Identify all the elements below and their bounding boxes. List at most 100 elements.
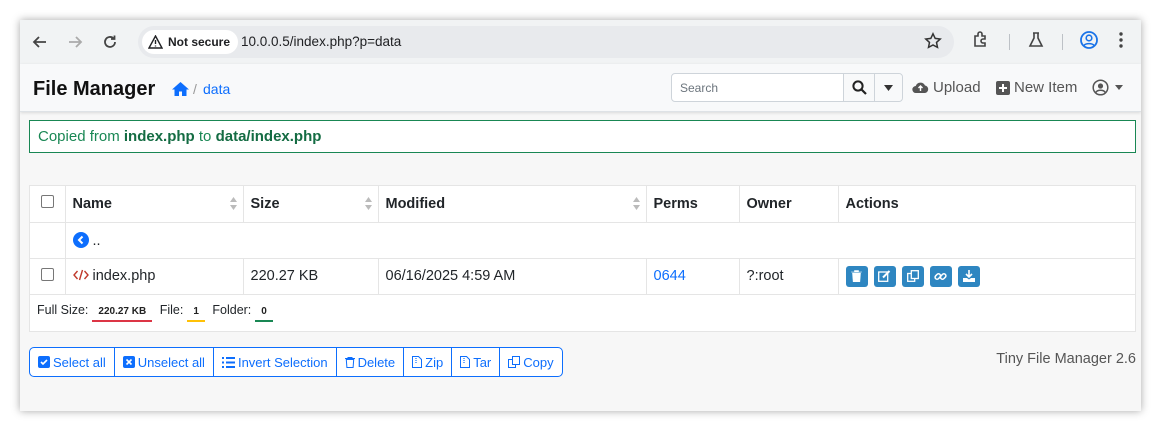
cloud-upload-icon [912, 82, 929, 94]
delete-selected-button[interactable]: Delete [337, 348, 405, 376]
trash-icon [344, 356, 355, 368]
file-name: index.php [92, 268, 156, 284]
check-square-icon [38, 356, 50, 368]
file-count-label: File: [159, 303, 184, 318]
copy-action-button[interactable] [901, 265, 924, 287]
sort-icon [229, 197, 237, 214]
alert-middle: to [194, 128, 216, 145]
breadcrumb-folder-link[interactable]: data [203, 81, 230, 97]
alert-prefix: Copied from [38, 128, 124, 145]
unselect-all-button[interactable]: Unselect all [115, 348, 214, 376]
upload-link[interactable]: Upload [912, 79, 981, 96]
upload-label: Upload [933, 79, 981, 96]
copy-icon [508, 356, 521, 368]
select-all-checkbox[interactable] [40, 195, 54, 209]
forward-arrow-icon[interactable] [63, 30, 87, 54]
address-bar[interactable]: Not secure 10.0.0.5/index.php?p=data [138, 26, 954, 58]
list-icon [221, 356, 235, 368]
link-icon [934, 272, 947, 280]
reload-icon[interactable] [98, 30, 122, 54]
invert-selection-button[interactable]: Invert Selection [214, 348, 337, 376]
toolbar-divider [1062, 34, 1063, 50]
parent-folder-row: .. [30, 222, 1135, 259]
search-group [671, 73, 903, 102]
file-actions [838, 258, 1135, 295]
table-header-row: Name Size Modified Perms Owner Actions [30, 186, 1135, 223]
link-action-button[interactable] [929, 265, 952, 287]
file-table: Name Size Modified Perms Owner Actions .… [29, 185, 1136, 332]
header-select-checkbox-cell [30, 186, 66, 223]
search-button[interactable] [843, 74, 875, 101]
search-icon [852, 80, 867, 95]
sort-icon [632, 197, 640, 214]
app-brand[interactable]: File Manager [33, 78, 155, 101]
labs-flask-icon[interactable] [1026, 30, 1046, 55]
sort-icon [364, 197, 372, 214]
caret-down-icon [1115, 85, 1123, 90]
site-security-chip[interactable]: Not secure [142, 30, 239, 54]
search-options-dropdown[interactable] [874, 74, 902, 101]
url-text[interactable]: 10.0.0.5/index.php?p=data [241, 34, 401, 49]
download-icon [962, 270, 975, 282]
browser-menu-icon[interactable] [1117, 30, 1125, 55]
new-item-link[interactable]: New Item [996, 79, 1077, 96]
file-archive-icon [412, 356, 423, 368]
copy-selected-button[interactable]: Copy [500, 348, 561, 376]
parent-folder-label: .. [92, 232, 101, 249]
file-perms-link[interactable]: 0644 [646, 258, 740, 295]
file-count-badge: 1 [187, 304, 205, 323]
file-modified: 06/16/2025 4:59 AM [378, 258, 647, 295]
file-size: 220.27 KB [243, 258, 379, 295]
success-alert: Copied from index.php to data/index.php [29, 120, 1136, 153]
table-row: index.php 220.27 KB 06/16/2025 4:59 AM 0… [30, 258, 1135, 295]
app-navbar: File Manager / data Upload New Item [20, 64, 1141, 112]
edit-icon [878, 270, 891, 282]
header-modified[interactable]: Modified [378, 186, 647, 223]
header-perms: Perms [646, 186, 740, 223]
user-circle-icon [1092, 79, 1109, 96]
header-size[interactable]: Size [243, 186, 379, 223]
download-action-button[interactable] [957, 265, 980, 287]
caret-down-icon [884, 84, 894, 91]
tar-button[interactable]: Tar [452, 348, 501, 376]
row-checkbox[interactable] [40, 267, 54, 281]
file-archive-icon [460, 356, 471, 368]
alert-target-file: data/index.php [215, 128, 322, 145]
table-summary-row: Full Size: 220.27 KB File: 1 Folder: 0 [30, 294, 1135, 331]
x-square-icon [122, 356, 135, 368]
select-all-button[interactable]: Select all [30, 348, 115, 376]
search-input[interactable] [672, 74, 843, 101]
browser-window: Not secure 10.0.0.5/index.php?p=data Fil… [20, 20, 1141, 411]
breadcrumb-separator: / [193, 81, 197, 97]
copy-icon [906, 270, 919, 282]
profile-avatar-icon[interactable] [1079, 30, 1099, 55]
bulk-actions-toolbar: Select all Unselect all Invert Selection… [29, 347, 563, 377]
browser-toolbar: Not secure 10.0.0.5/index.php?p=data [20, 20, 1141, 64]
chevron-left-circle-icon [72, 231, 89, 248]
alert-source-file: index.php [123, 128, 195, 145]
extensions-icon[interactable] [971, 30, 991, 55]
header-owner: Owner [739, 186, 839, 223]
folder-count-badge: 0 [255, 304, 273, 323]
header-name[interactable]: Name [65, 186, 244, 223]
header-actions: Actions [838, 186, 1135, 223]
folder-count-label: Folder: [212, 303, 252, 318]
edit-action-button[interactable] [873, 265, 896, 287]
bookmark-star-icon[interactable] [924, 32, 942, 55]
back-arrow-icon[interactable] [28, 30, 52, 54]
home-icon[interactable] [171, 81, 190, 102]
version-label: Tiny File Manager 2.6 [996, 351, 1136, 367]
user-menu-dropdown[interactable] [1092, 79, 1127, 96]
zip-button[interactable]: Zip [404, 348, 453, 376]
file-owner: ?:root [739, 258, 839, 295]
full-size-badge: 220.27 KB [92, 304, 153, 323]
parent-folder-link[interactable]: .. [65, 222, 1135, 259]
plus-square-icon [996, 80, 1010, 95]
warning-icon [148, 35, 163, 49]
trash-icon [851, 270, 862, 282]
delete-action-button[interactable] [845, 265, 868, 287]
code-file-icon [72, 269, 89, 281]
not-secure-label: Not secure [168, 35, 231, 49]
new-item-label: New Item [1014, 79, 1078, 96]
file-name-cell[interactable]: index.php [65, 258, 244, 295]
